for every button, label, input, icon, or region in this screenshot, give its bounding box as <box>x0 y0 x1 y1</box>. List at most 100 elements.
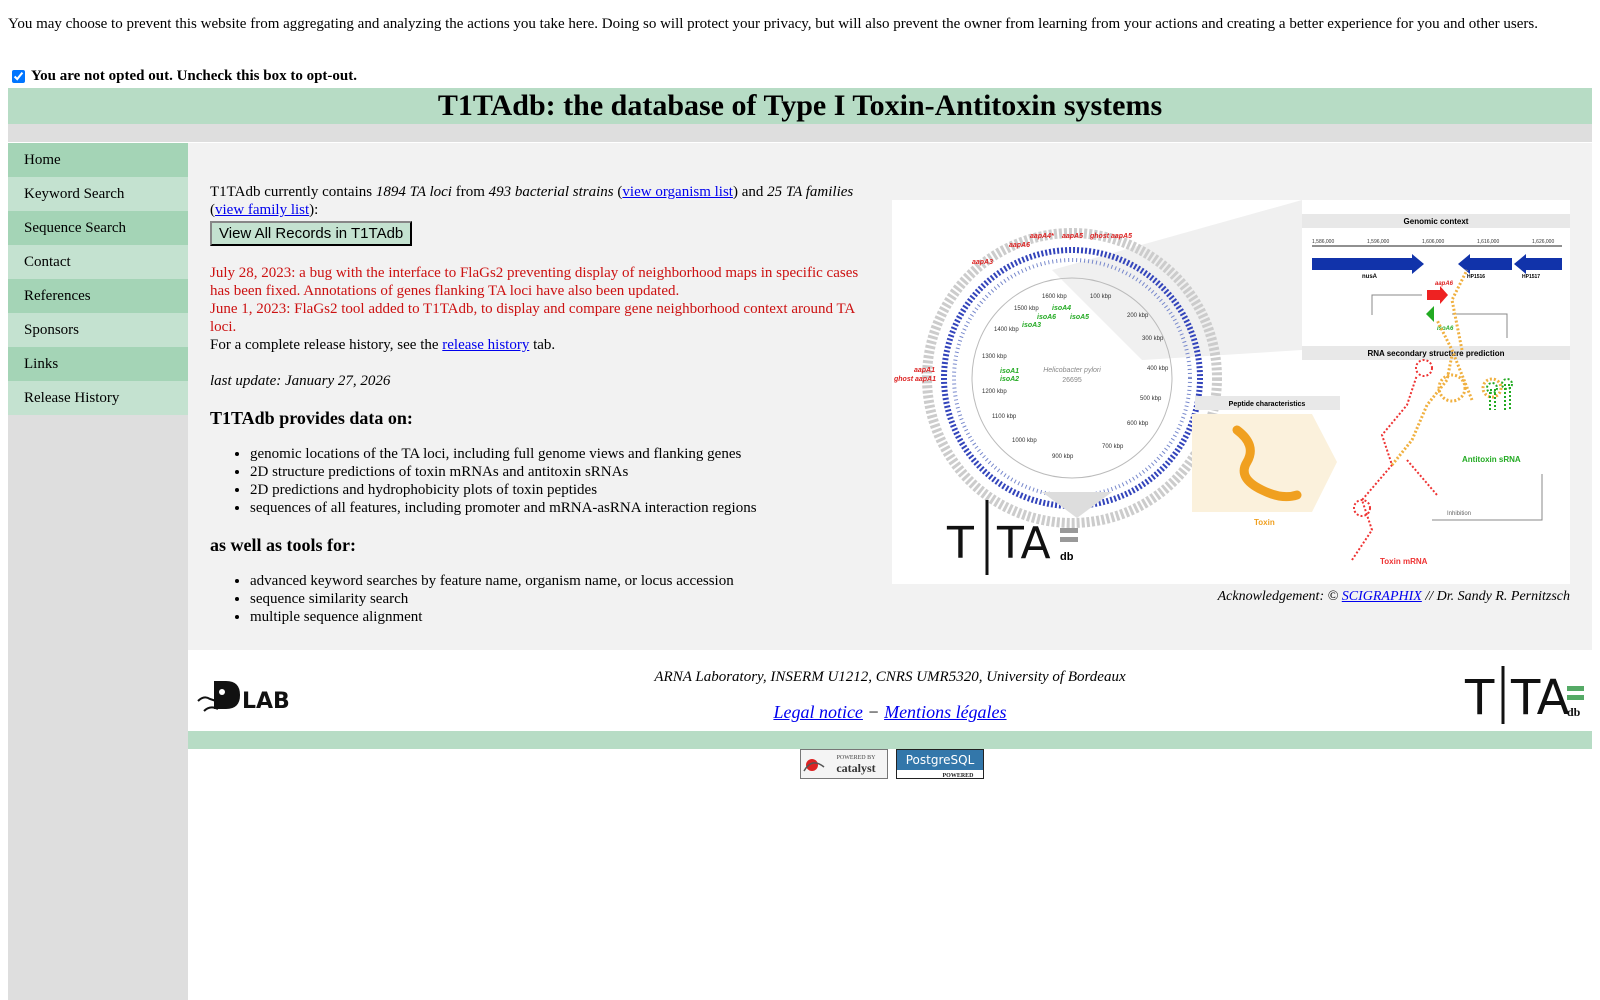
powered-badges: POWERED BY catalyst PostgreSQL POWERED <box>800 749 984 779</box>
ack-prefix: Acknowledgement: © <box>1217 589 1342 604</box>
release-history-note: For a complete release history, see the … <box>210 336 875 354</box>
scale-label: 600 kbp <box>1127 421 1149 427</box>
inhibition-label: Inhibition <box>1447 511 1471 517</box>
news-item: June 1, 2023: FlaGs2 tool added to T1TAd… <box>210 301 855 335</box>
gene-label: aapA1 <box>914 367 935 374</box>
scale-label: 1100 kbp <box>992 414 1017 420</box>
sidebar: Home Keyword Search Sequence Search Cont… <box>8 143 188 1000</box>
sidebar-item-sponsors[interactable]: Sponsors <box>8 313 188 347</box>
footer-address: ARNA Laboratory, INSERM U1212, CNRS UMR5… <box>654 669 1126 685</box>
tools-list: advanced keyword searches by feature nam… <box>210 572 875 626</box>
ruler-label: 1,606,000 <box>1422 239 1444 245</box>
list-item: multiple sequence alignment <box>250 608 875 626</box>
organism-list-link[interactable]: view organism list <box>622 184 733 200</box>
scale-label: 1400 kbp <box>994 327 1019 333</box>
scale-label: 1500 kbp <box>1014 306 1039 312</box>
svg-text:T: T <box>1464 670 1495 726</box>
ruler-label: 1,586,000 <box>1312 239 1334 245</box>
ruler-labels: 1,586,000 1,596,000 1,606,000 1,616,000 … <box>1312 239 1554 245</box>
separator: − <box>862 702 885 722</box>
gene-label: aapA3 <box>972 259 993 266</box>
gene-label: isoA6 <box>1037 314 1056 321</box>
gene-label: HP1516 <box>1467 274 1485 280</box>
t1ta-db-logo[interactable]: T TA db <box>1463 664 1588 726</box>
gene-label: nusA <box>1362 274 1378 280</box>
db-logo-text: db <box>1567 705 1581 719</box>
release-history-link[interactable]: release history <box>442 337 529 353</box>
postgresql-badge[interactable]: PostgreSQL POWERED <box>896 749 984 779</box>
toxin-mrna-label: Toxin mRNA <box>1380 557 1428 566</box>
ruler-label: 1,616,000 <box>1477 239 1499 245</box>
gene-label: aapA4* <box>1030 233 1054 240</box>
intro-text: T1TAdb currently contains 1894 TA loci f… <box>210 183 875 219</box>
view-all-records-button[interactable]: View All Records in T1TAdb <box>210 221 413 246</box>
sidebar-item-links[interactable]: Links <box>8 347 188 381</box>
list-item: 2D structure predictions of toxin mRNAs … <box>250 463 875 481</box>
last-update: last update: January 27, 2026 <box>210 373 391 389</box>
svg-text:TA: TA <box>1510 670 1570 726</box>
sidebar-item-home[interactable]: Home <box>8 143 188 177</box>
family-list-link[interactable]: view family list <box>215 202 309 218</box>
scale-label: 200 kbp <box>1127 313 1149 319</box>
intro-from: from <box>451 184 489 200</box>
postgres-name: PostgreSQL <box>906 753 975 767</box>
scale-label: 1600 kbp <box>1042 294 1067 300</box>
sidebar-item-keyword-search[interactable]: Keyword Search <box>8 177 188 211</box>
scale-label: 300 kbp <box>1142 336 1164 342</box>
title-bar: T1TAdb: the database of Type I Toxin-Ant… <box>8 88 1592 124</box>
optout-label: You are not opted out. Uncheck this box … <box>31 68 358 84</box>
scale-label: 1000 kbp <box>1012 438 1037 444</box>
gene-label: HP1517 <box>1522 274 1540 280</box>
sidebar-item-release-history[interactable]: Release History <box>8 381 188 415</box>
sidebar-item-references[interactable]: References <box>8 279 188 313</box>
mentions-legales-link[interactable]: Mentions légales <box>884 702 1006 722</box>
intro-prefix: T1TAdb currently contains <box>210 184 376 200</box>
genomic-context-heading: Genomic context <box>1404 217 1469 226</box>
antitoxin-srna-structure <box>1486 378 1513 410</box>
legal-links: Legal notice − Mentions légales <box>188 702 1592 723</box>
organism-label: Helicobacter pylori <box>1043 367 1101 374</box>
gene-label: isoA5 <box>1070 314 1089 321</box>
sidebar-item-contact[interactable]: Contact <box>8 245 188 279</box>
footer-bar <box>188 731 1592 749</box>
scigraphix-link[interactable]: SCIGRAPHIX <box>1342 589 1422 604</box>
catalyst-badge[interactable]: POWERED BY catalyst <box>800 749 888 779</box>
gene-label: ghost aapA1 <box>893 376 936 383</box>
rna-prediction-heading: RNA secondary structure prediction <box>1367 349 1504 358</box>
loci-count: 1894 TA loci <box>375 184 452 200</box>
sub-bar <box>8 124 1592 142</box>
list-item: sequence similarity search <box>250 590 875 608</box>
svg-text:TA: TA <box>996 518 1051 569</box>
strain-label: 26695 <box>1062 377 1082 384</box>
t1ta-logo-figure: T TA db <box>946 500 1078 575</box>
list-item: genomic locations of the TA loci, includ… <box>250 445 875 463</box>
provides-list: genomic locations of the TA loci, includ… <box>210 445 875 517</box>
postgres-sub: POWERED <box>942 773 974 779</box>
legal-notice-link[interactable]: Legal notice <box>773 702 862 722</box>
history-prefix: For a complete release history, see the <box>210 337 443 353</box>
list-item: 2D predictions and hydrophobicity plots … <box>250 481 875 499</box>
tools-heading: as well as tools for: <box>210 535 356 555</box>
logo-db: db <box>1060 551 1074 563</box>
history-suffix: tab. <box>529 337 556 353</box>
toxin-label: Toxin <box>1254 518 1275 527</box>
scale-label: 1200 kbp <box>982 389 1007 395</box>
scale-label: 700 kbp <box>1102 444 1124 450</box>
scale-label: 100 kbp <box>1090 294 1112 300</box>
ruler-label: 1,596,000 <box>1367 239 1389 245</box>
intro-close: ): <box>309 202 319 218</box>
sidebar-item-sequence-search[interactable]: Sequence Search <box>8 211 188 245</box>
list-item: sequences of all features, including pro… <box>250 499 875 517</box>
gene-label: aapA6 <box>1435 281 1454 287</box>
peptide-heading: Peptide characteristics <box>1229 401 1306 408</box>
optout-checkbox[interactable] <box>12 70 25 83</box>
main-content: T1TAdb currently contains 1894 TA loci f… <box>188 143 1592 650</box>
gene-label: isoA3 <box>1022 322 1041 329</box>
page-title: T1TAdb: the database of Type I Toxin-Ant… <box>437 89 1163 122</box>
content-left: T1TAdb currently contains 1894 TA loci f… <box>210 183 875 626</box>
scale-label: 900 kbp <box>1052 454 1074 460</box>
antitoxin-label: Antitoxin sRNA <box>1462 455 1521 464</box>
gene-label: aapA6 <box>1009 242 1030 249</box>
footer: LAB ARNA Laboratory, INSERM U1212, CNRS … <box>188 661 1592 731</box>
intro-and: ) and <box>732 184 768 200</box>
